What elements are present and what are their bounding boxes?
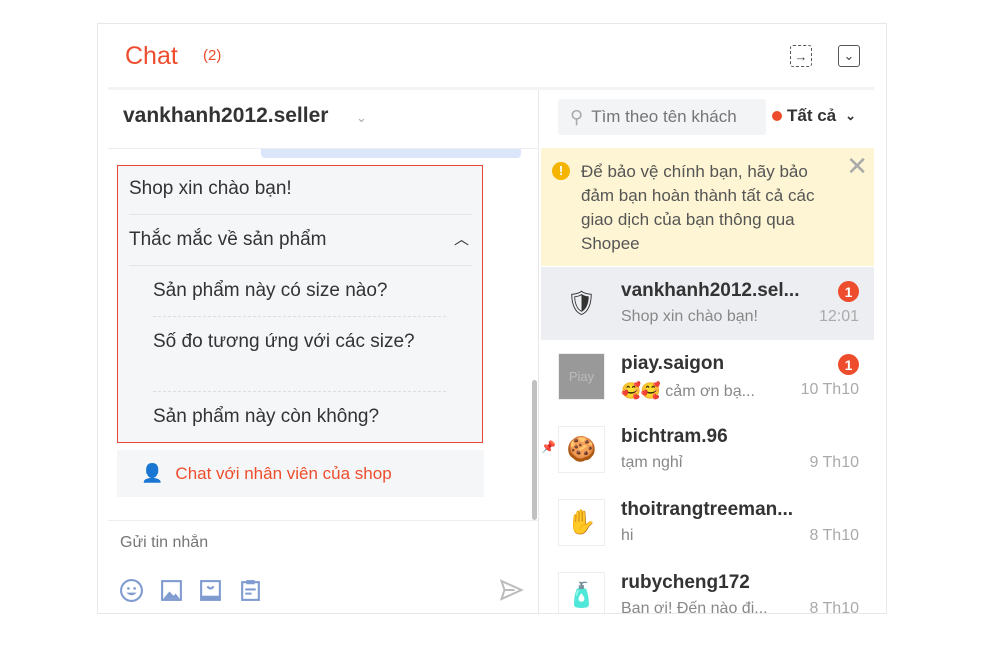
divider: [108, 87, 874, 90]
product-icon[interactable]: [198, 578, 223, 603]
chat-window: Chat (2) → ⌄ vankhanh2012.seller ⌄ Shop …: [97, 23, 887, 614]
close-icon[interactable]: ✕: [846, 153, 868, 179]
chevron-up-icon[interactable]: ︿: [454, 227, 469, 252]
staff-icon: 👤: [141, 463, 164, 483]
message-input[interactable]: [120, 534, 500, 552]
conversation-item[interactable]: ✋ thoitrangtreeman... hi 8 Th10: [541, 486, 874, 559]
conversation-preview: Bạn ơi! Đến nào đi...: [621, 600, 768, 614]
conversation-name: bichtram.96: [621, 426, 728, 447]
quick-reply-question[interactable]: Sản phẩm này còn không?: [153, 404, 379, 429]
emoji-icon[interactable]: [119, 578, 144, 603]
staff-button-label: Chat với nhân viên của shop: [175, 463, 392, 483]
filter-label: Tất cả: [787, 106, 837, 125]
chevron-down-icon: ⌄: [845, 108, 857, 123]
conversation-preview: tạm nghỉ: [621, 454, 683, 471]
conversation-item[interactable]: 🛡 vankhanh2012.sel... Shop xin chào bạn!…: [541, 267, 874, 340]
conversation-item[interactable]: Piay piay.saigon 🥰🥰 cảm ơn bạ... 10 Th10…: [541, 340, 874, 413]
quick-reply-category[interactable]: Thắc mắc về sản phẩm: [129, 227, 326, 252]
image-icon[interactable]: [159, 578, 184, 603]
warning-text: Để bảo vệ chính bạn, hãy bảo đảm bạn hoà…: [581, 162, 815, 253]
conversation-preview: 🥰🥰 cảm ơn bạ...: [621, 383, 755, 400]
conversation-name: thoitrangtreeman...: [621, 499, 794, 520]
conversation-item[interactable]: 📌 🍪 bichtram.96 tạm nghỉ 9 Th10: [541, 413, 874, 486]
avatar: ✋: [558, 499, 605, 546]
search-icon: ⚲: [570, 106, 584, 127]
conversation-time: 8 Th10: [809, 600, 859, 614]
conversation-username[interactable]: vankhanh2012.seller: [123, 104, 328, 128]
avatar: 🛡: [558, 280, 605, 327]
collapse-icon[interactable]: ⌄: [838, 45, 860, 67]
chat-title: Chat: [125, 42, 178, 70]
unread-badge: 1: [838, 354, 859, 375]
quick-reply-question[interactable]: Sản phẩm này có size nào?: [153, 278, 388, 303]
pin-icon: 📌: [541, 440, 556, 454]
divider: [153, 316, 447, 317]
avatar: Piay: [558, 353, 605, 400]
safety-warning: ! Để bảo vệ chính bạn, hãy bảo đảm bạn h…: [541, 148, 874, 266]
divider: [153, 391, 447, 392]
status-dot: [772, 111, 782, 121]
conversation-name: rubycheng172: [621, 572, 750, 593]
divider: [129, 214, 472, 215]
conversation-list: 🛡 vankhanh2012.sel... Shop xin chào bạn!…: [541, 267, 874, 614]
filter-dropdown[interactable]: Tất cả ⌄: [772, 106, 856, 126]
message-bubble: [261, 149, 521, 158]
conversation-time: 12:01: [818, 308, 859, 325]
conversation-time: 10 Th10: [800, 381, 859, 398]
conversation-preview: Shop xin chào bạn!: [621, 308, 758, 325]
warning-icon: !: [552, 162, 570, 180]
divider: [129, 265, 472, 266]
search-box[interactable]: ⚲: [558, 99, 766, 135]
conversation-time: 8 Th10: [809, 527, 859, 544]
send-icon[interactable]: [499, 579, 524, 601]
chevron-down-icon[interactable]: ⌄: [356, 110, 367, 126]
conversation-name: piay.saigon: [621, 353, 725, 374]
scrollbar[interactable]: [532, 380, 537, 520]
conversation-name: vankhanh2012.sel...: [621, 280, 800, 301]
divider: [538, 90, 539, 613]
order-icon[interactable]: [238, 578, 263, 603]
divider: [108, 520, 538, 521]
quick-reply-question[interactable]: Số đo tương ứng với các size?: [153, 329, 423, 354]
conversation-time: 9 Th10: [809, 454, 859, 471]
avatar: 🍪: [558, 426, 605, 473]
search-input[interactable]: [591, 107, 752, 127]
unread-count: (2): [203, 47, 222, 64]
quick-reply-box: Shop xin chào bạn! Thắc mắc về sản phẩm …: [117, 165, 483, 443]
unread-badge: 1: [838, 281, 859, 302]
quick-reply-greeting[interactable]: Shop xin chào bạn!: [129, 176, 292, 201]
conversation-item[interactable]: 🧴 rubycheng172 Bạn ơi! Đến nào đi... 8 T…: [541, 559, 874, 614]
chat-with-staff-button[interactable]: 👤 Chat với nhân viên của shop: [117, 450, 484, 497]
avatar: 🧴: [558, 572, 605, 613]
exit-icon[interactable]: →: [790, 45, 812, 67]
conversation-preview: hi: [621, 527, 634, 544]
